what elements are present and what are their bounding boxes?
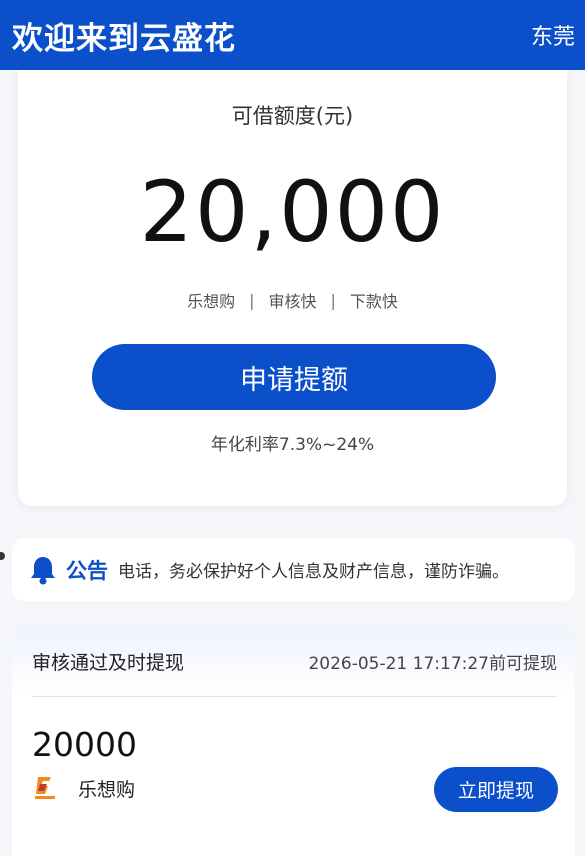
interest-rate: 年化利率7.3%~24%: [210, 435, 375, 455]
brand-logo-icon: [32, 774, 58, 802]
withdraw-now-button[interactable]: 立即提现: [434, 767, 558, 812]
quota-amount: 20,000: [139, 163, 446, 261]
apply-increase-button[interactable]: 申请提额: [92, 344, 496, 410]
notice-bar[interactable]: 公告 电话，务必保护好个人信息及财产信息，谨防诈骗。: [12, 538, 575, 601]
brand-name: 乐想购: [78, 778, 136, 801]
feature-item: 下款快: [349, 292, 398, 311]
feature-separator: |: [249, 290, 255, 310]
withdraw-header: 审核通过及时提现 2026-05-21 17:17:27前可提现: [32, 627, 557, 697]
feature-separator: |: [330, 290, 336, 310]
app-header: 欢迎来到云盛花 东莞: [0, 0, 585, 70]
feature-item: 审核快: [268, 292, 317, 311]
page-title: 欢迎来到云盛花: [12, 20, 236, 57]
edge-dot: [0, 552, 5, 560]
withdraw-card: 审核通过及时提现 2026-05-21 17:17:27前可提现 20000 乐…: [12, 627, 575, 856]
feature-item: 乐想购: [187, 292, 236, 311]
withdraw-deadline: 2026-05-21 17:17:27前可提现: [308, 654, 557, 674]
city-selector[interactable]: 东莞: [531, 19, 575, 51]
bell-icon: [28, 554, 58, 586]
quota-card: 可借额度(元) 20,000 乐想购 | 审核快 | 下款快 申请提额 年化利率…: [18, 70, 567, 506]
withdraw-title: 审核通过及时提现: [32, 652, 185, 674]
page: 欢迎来到云盛花 东莞 可借额度(元) 20,000 乐想购 | 审核快 | 下款…: [0, 0, 585, 856]
notice-text: 电话，务必保护好个人信息及财产信息，谨防诈骗。: [118, 562, 509, 582]
quota-label: 可借额度(元): [231, 104, 354, 128]
withdraw-amount: 20000: [32, 725, 137, 764]
notice-title: 公告: [66, 558, 108, 583]
feature-list: 乐想购 | 审核快 | 下款快: [18, 288, 567, 312]
brand-row: 乐想购: [32, 774, 135, 802]
